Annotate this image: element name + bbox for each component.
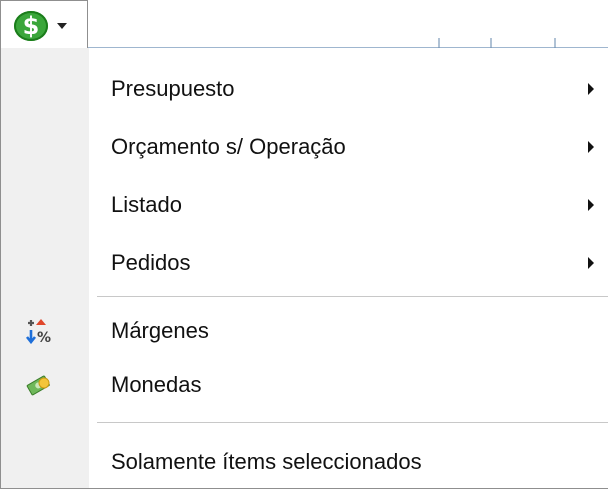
menu-separator xyxy=(97,296,608,297)
svg-text:%: % xyxy=(37,330,51,344)
chevron-right-icon xyxy=(588,257,594,269)
toolbar-tick xyxy=(438,38,440,48)
menu-item-label: Monedas xyxy=(111,372,202,397)
currency-dropdown-button[interactable]: $ xyxy=(0,0,88,48)
menu-item-label: Márgenes xyxy=(111,318,209,343)
menu-item-label: Presupuesto xyxy=(111,76,235,101)
margin-percent-icon: % xyxy=(25,319,51,344)
menu-item-label: Pedidos xyxy=(111,250,191,275)
toolbar: $ xyxy=(0,0,608,48)
chevron-right-icon xyxy=(588,83,594,95)
currency-dropdown-menu: Presupuesto Orçamento s/ Operação Listad… xyxy=(0,48,608,489)
menu-item-orcamento[interactable]: Orçamento s/ Operação xyxy=(89,118,608,176)
dollar-icon: $ xyxy=(14,11,48,41)
menu-item-monedas[interactable]: Monedas xyxy=(89,356,608,414)
chevron-down-icon xyxy=(57,23,67,29)
menu-item-pedidos[interactable]: Pedidos xyxy=(89,234,608,292)
chevron-right-icon xyxy=(588,141,594,153)
menu-item-label: Listado xyxy=(111,192,182,217)
menu-item-margenes[interactable]: Márgenes xyxy=(89,302,608,360)
menu-item-listado[interactable]: Listado xyxy=(89,176,608,234)
chevron-right-icon xyxy=(588,199,594,211)
menu-separator xyxy=(97,422,608,423)
toolbar-tick xyxy=(490,38,492,48)
dollar-symbol: $ xyxy=(22,12,40,40)
menu-item-presupuesto[interactable]: Presupuesto xyxy=(89,60,608,118)
menu-item-selected-only[interactable]: Solamente ítems seleccionados xyxy=(89,433,608,491)
menu-icon-gutter xyxy=(1,48,89,488)
menu-item-label: Orçamento s/ Operação xyxy=(111,134,346,159)
menu-item-label: Solamente ítems seleccionados xyxy=(111,449,422,474)
toolbar-tick xyxy=(554,38,556,48)
money-stack-icon xyxy=(26,375,50,396)
